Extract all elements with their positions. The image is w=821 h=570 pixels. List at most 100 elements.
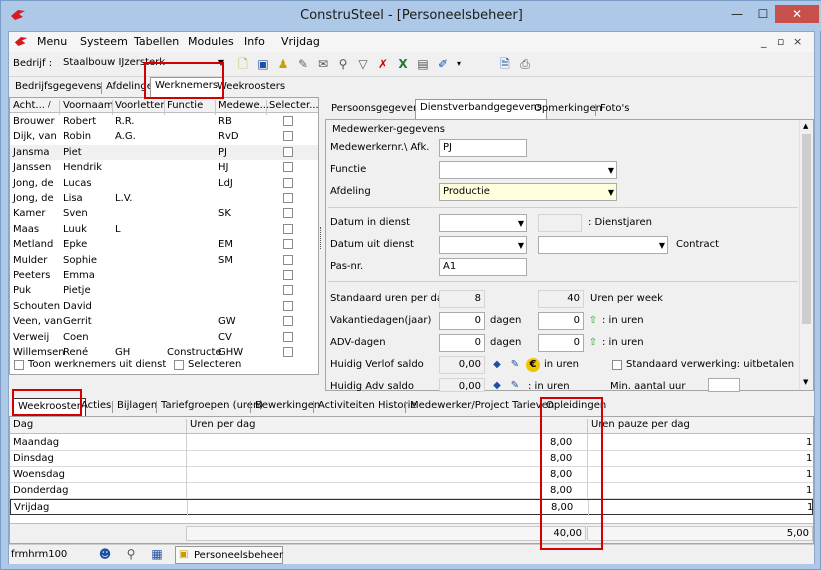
table-row[interactable]: Metland Epke EM <box>10 237 318 252</box>
table-row[interactable]: Jong, de Lucas LdJ <box>10 176 318 191</box>
company-select[interactable]: Staalbouw IJzersterk ▼ <box>59 55 227 73</box>
edit-dropdown-icon[interactable]: ▾ <box>451 56 467 72</box>
edit-icon[interactable]: ✎ <box>508 379 522 393</box>
table-row[interactable]: Willemsen René GH Constructe GHW <box>10 345 318 360</box>
select-checkbox[interactable] <box>283 254 293 265</box>
table-row[interactable]: Woensdag 8,00 1 <box>10 467 813 483</box>
select-checkbox[interactable] <box>283 146 293 157</box>
tab-dienstverbandgegevens[interactable]: Dienstverbandgegevens <box>415 99 548 119</box>
select-checkbox[interactable] <box>283 162 293 173</box>
select-checkbox[interactable] <box>283 270 293 280</box>
mdi-close-button[interactable]: × <box>793 35 802 48</box>
col-voornaam[interactable]: Voornaam <box>63 100 114 111</box>
clear-filter-icon[interactable]: ✗ <box>375 56 391 72</box>
adv-hours-input[interactable]: 0 <box>538 334 584 352</box>
select-checkbox[interactable] <box>283 116 293 126</box>
table-row[interactable]: Kamer Sven SK <box>10 206 318 221</box>
table-row[interactable]: Maas Luuk L <box>10 222 318 237</box>
print-icon[interactable]: ⎙ <box>517 56 533 72</box>
menu-item-menu[interactable]: Menu <box>37 35 67 48</box>
scroll-up-icon[interactable]: ▲ <box>803 122 808 130</box>
menu-item-systeem[interactable]: Systeem <box>80 35 128 48</box>
note-icon[interactable]: ▤ <box>415 56 431 72</box>
emp-no-input[interactable]: PJ <box>439 139 527 157</box>
filter-icon[interactable]: ▽ <box>355 56 371 72</box>
table-row[interactable]: Janssen Hendrik HJ <box>10 160 318 175</box>
minimize-button[interactable]: — <box>724 5 750 23</box>
table-row[interactable]: Verweij Coen CV <box>10 330 318 345</box>
col-voorletters[interactable]: Voorletters <box>115 100 165 111</box>
info-diamond-icon[interactable]: ◆ <box>490 379 504 393</box>
tab-weekrooster[interactable]: Weekrooster <box>13 398 86 416</box>
tab-bijlagen[interactable]: Bijlagen <box>113 398 161 416</box>
save-icon[interactable]: ▣ <box>255 56 271 72</box>
users-icon[interactable]: ♟ <box>275 56 291 72</box>
new-icon[interactable]: 🗋 <box>235 56 251 72</box>
excel-icon[interactable]: X <box>395 56 411 72</box>
select-checkbox[interactable] <box>283 239 293 250</box>
mdi-restore-button[interactable]: ▫ <box>777 35 784 48</box>
table-row[interactable]: Dijk, van Robin A.G. RvD <box>10 129 318 144</box>
col-dag[interactable]: Dag <box>13 419 33 430</box>
search-icon[interactable]: ⚲ <box>123 546 139 562</box>
select-checkbox[interactable] <box>283 285 293 296</box>
tab-acties[interactable]: Acties <box>77 398 115 416</box>
tab-medewerker-project-tarieven[interactable]: Medewerker/Project Tarieven <box>406 398 558 416</box>
table-row[interactable]: Puk Pietje <box>10 283 318 298</box>
table-row[interactable]: Jansma Piet PJ <box>10 144 318 160</box>
select-checkbox[interactable] <box>283 193 293 203</box>
select-checkbox[interactable] <box>283 300 293 311</box>
col-uren-per-dag[interactable]: Uren per dag <box>190 419 256 430</box>
search-icon[interactable]: ⚲ <box>335 56 351 72</box>
scroll-down-icon[interactable]: ▼ <box>803 378 808 386</box>
edit-icon[interactable]: ✐ <box>435 56 451 72</box>
function-select[interactable]: ▼ <box>439 161 617 179</box>
pass-no-input[interactable]: A1 <box>439 258 527 276</box>
preview-icon[interactable]: 🗎 <box>497 56 513 72</box>
euro-icon[interactable]: € <box>526 358 540 372</box>
tab-opleidingen[interactable]: Opleidingen <box>542 398 610 416</box>
min-hours-input[interactable] <box>708 378 740 392</box>
col-functie[interactable]: Functie <box>167 100 203 111</box>
tool-icon[interactable]: ✎ <box>295 56 311 72</box>
contract-select[interactable]: ▼ <box>538 236 668 254</box>
scroll-thumb[interactable] <box>802 134 811 324</box>
table-row[interactable]: Peeters Emma <box>10 268 318 283</box>
table-row[interactable]: Schouten David <box>10 299 318 314</box>
start-date-picker[interactable]: ▼ <box>439 214 527 232</box>
vacation-days-input[interactable]: 0 <box>439 312 485 330</box>
tab-bedrijfsgegevens[interactable]: Bedrijfsgegevens <box>11 79 105 97</box>
select-checkbox[interactable] <box>283 223 293 234</box>
table-row[interactable]: Donderdag 8,00 1 <box>10 483 813 499</box>
maximize-button[interactable]: ☐ <box>750 5 776 23</box>
select-all-checkbox[interactable] <box>174 360 184 370</box>
table-row[interactable]: Maandag 8,00 1 <box>10 435 813 451</box>
std-processing-checkbox[interactable] <box>612 360 622 370</box>
menu-item-tabellen[interactable]: Tabellen <box>134 35 179 48</box>
col-achternaam[interactable]: Acht... <box>13 100 45 111</box>
table-row[interactable]: Dinsdag 8,00 1 <box>10 451 813 467</box>
task-personeelsbeheer[interactable]: ▣ Personeelsbeheer <box>175 546 283 564</box>
close-button[interactable]: ✕ <box>775 5 819 23</box>
col-uren-pauze[interactable]: Uren pauze per dag <box>591 419 690 430</box>
table-row[interactable]: Jong, de Lisa L.V. <box>10 191 318 206</box>
tab-weekroosters[interactable]: Weekroosters <box>213 79 289 97</box>
menu-item-info[interactable]: Info <box>244 35 265 48</box>
tab-fotos[interactable]: Foto's <box>596 101 634 119</box>
add-arrow-icon[interactable]: ⇧ <box>586 336 600 350</box>
col-medewerker[interactable]: Medewe... <box>218 100 269 111</box>
select-checkbox[interactable] <box>283 316 293 327</box>
mail-icon[interactable]: ✉ <box>315 56 331 72</box>
select-checkbox[interactable] <box>283 177 293 188</box>
table-row[interactable]: Mulder Sophie SM <box>10 253 318 268</box>
add-arrow-icon[interactable]: ⇧ <box>586 314 600 328</box>
select-checkbox[interactable] <box>283 331 293 342</box>
show-out-of-service-checkbox[interactable] <box>14 360 24 370</box>
table-row[interactable]: Veen, van Gerrit GW <box>10 314 318 329</box>
mdi-minimize-button[interactable]: _ <box>761 35 767 48</box>
tab-persoonsgegevens[interactable]: Persoonsgegevens <box>327 101 429 119</box>
select-checkbox[interactable] <box>283 347 293 357</box>
splitter-handle[interactable] <box>320 227 323 249</box>
end-date-picker[interactable]: ▼ <box>439 236 527 254</box>
menu-item-vrijdag[interactable]: Vrijdag <box>281 35 320 48</box>
